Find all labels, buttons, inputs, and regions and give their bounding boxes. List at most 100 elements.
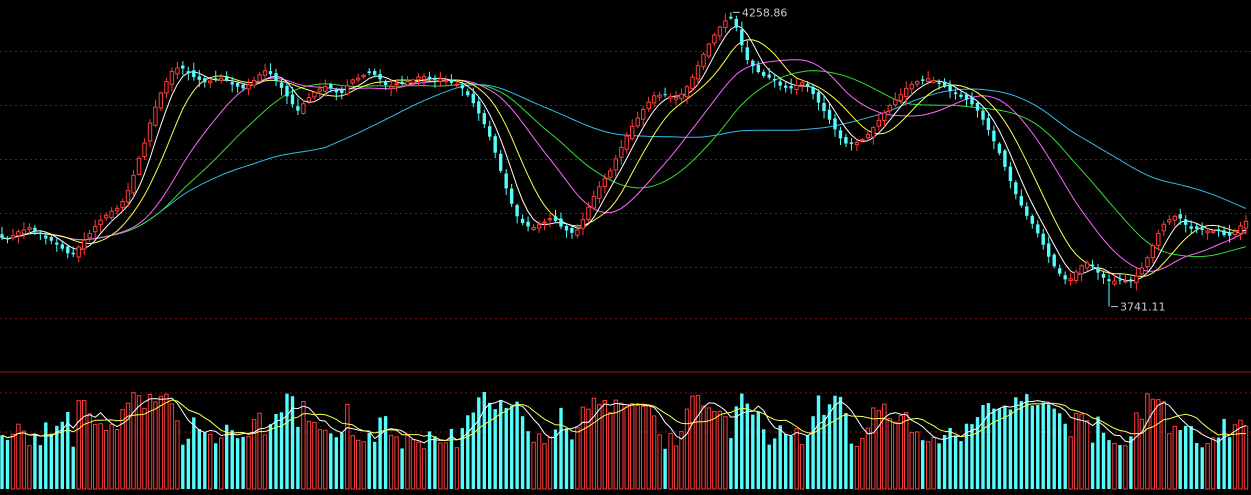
volume-bar xyxy=(488,402,492,489)
volume-bar xyxy=(1019,401,1023,489)
candle-body xyxy=(1068,278,1073,281)
candle-body xyxy=(279,82,284,88)
candle-body xyxy=(986,118,991,130)
candle-body xyxy=(1112,280,1117,285)
volume-bar xyxy=(1210,437,1216,490)
volume-bar xyxy=(849,443,854,489)
candle-body xyxy=(1238,225,1243,234)
candle-body xyxy=(203,78,207,83)
candle-body xyxy=(1030,215,1034,224)
volume-bar xyxy=(531,441,536,490)
volume-bar xyxy=(1167,433,1172,490)
candle-body xyxy=(1178,214,1182,219)
candle-body xyxy=(471,93,475,104)
candle-body xyxy=(635,117,640,127)
volume-bar xyxy=(114,429,120,490)
candle-body xyxy=(219,77,224,81)
candle-body xyxy=(367,71,371,74)
candle-body xyxy=(214,78,218,80)
volume-bar xyxy=(942,435,947,489)
candle-body xyxy=(1172,215,1177,221)
candle-body xyxy=(887,105,892,112)
candle-body xyxy=(1052,254,1056,267)
candle-body xyxy=(38,232,43,234)
volume-bar xyxy=(400,448,404,489)
volume-bar xyxy=(756,411,760,489)
candle-body xyxy=(1090,264,1095,266)
volume-bar xyxy=(997,408,1002,489)
volume-bar xyxy=(306,420,312,490)
candle-body xyxy=(959,94,963,97)
candle-body xyxy=(762,72,766,76)
candle-body xyxy=(1195,226,1199,229)
candle-body xyxy=(1222,230,1226,236)
candle-body xyxy=(1243,220,1249,229)
volume-bar xyxy=(1084,420,1090,490)
volume-bar xyxy=(679,431,684,490)
volume-bar xyxy=(515,401,519,489)
candle-body xyxy=(542,221,547,224)
volume-bar xyxy=(44,422,48,489)
candle-body xyxy=(477,101,481,114)
volume-bar xyxy=(893,421,898,490)
candle-body xyxy=(208,80,213,84)
candle-body xyxy=(575,229,580,236)
volume-bar xyxy=(871,407,876,490)
volume-bar xyxy=(1156,399,1161,490)
candle-body xyxy=(882,112,887,121)
candle-body xyxy=(921,79,925,81)
candle-body xyxy=(1210,230,1216,234)
volume-bar xyxy=(1243,425,1249,490)
volume-bar xyxy=(482,392,486,489)
candle-body xyxy=(186,71,190,74)
min-price-label: 3741.11 xyxy=(1120,301,1166,314)
candle-body xyxy=(1150,245,1155,259)
volume-bar xyxy=(729,438,733,489)
candle-body xyxy=(125,190,131,203)
candle-body xyxy=(992,130,996,142)
candle-body xyxy=(27,227,32,230)
volume-bar xyxy=(471,412,475,489)
candle-body xyxy=(383,81,388,85)
volume-bar xyxy=(103,430,109,490)
volume-bar xyxy=(466,415,470,489)
candle-body xyxy=(296,106,300,111)
volume-bars xyxy=(0,392,1249,490)
candle-body xyxy=(268,71,273,75)
candle-body xyxy=(822,103,826,112)
volume-bar xyxy=(794,428,799,490)
volume-bar xyxy=(526,431,530,489)
candle-body xyxy=(926,78,931,82)
candle-body xyxy=(1019,196,1023,206)
chart-canvas: 4258.86 3741.11 xyxy=(0,6,1251,490)
volume-bar xyxy=(1107,440,1111,489)
candle-body xyxy=(1008,166,1013,182)
candle-body xyxy=(536,224,542,229)
volume-bar xyxy=(580,406,586,490)
candle-body xyxy=(257,74,262,82)
volume-bar xyxy=(21,430,27,490)
max-price-label: 4258.86 xyxy=(742,6,788,19)
candle-body xyxy=(876,119,881,127)
volume-bar xyxy=(833,395,837,489)
volume-bar xyxy=(970,424,974,489)
volume-bar xyxy=(312,422,317,490)
candle-body xyxy=(49,237,53,241)
volume-bar xyxy=(624,406,629,490)
volume-bar xyxy=(109,424,114,490)
volume-bar xyxy=(1096,416,1100,489)
candle-body xyxy=(345,85,350,95)
candle-body xyxy=(646,101,651,109)
volume-bar xyxy=(1047,404,1051,489)
candle-body xyxy=(290,94,295,105)
volume-bar xyxy=(602,400,607,490)
volume-bar xyxy=(1058,413,1062,489)
volume-bar xyxy=(959,441,963,489)
candle-body xyxy=(241,84,245,89)
volume-bar xyxy=(356,439,361,490)
volume-bar xyxy=(285,393,289,489)
volume-bar xyxy=(701,405,706,490)
candle-body xyxy=(0,234,4,238)
candle-body xyxy=(378,74,382,80)
candle-body xyxy=(997,143,1002,154)
